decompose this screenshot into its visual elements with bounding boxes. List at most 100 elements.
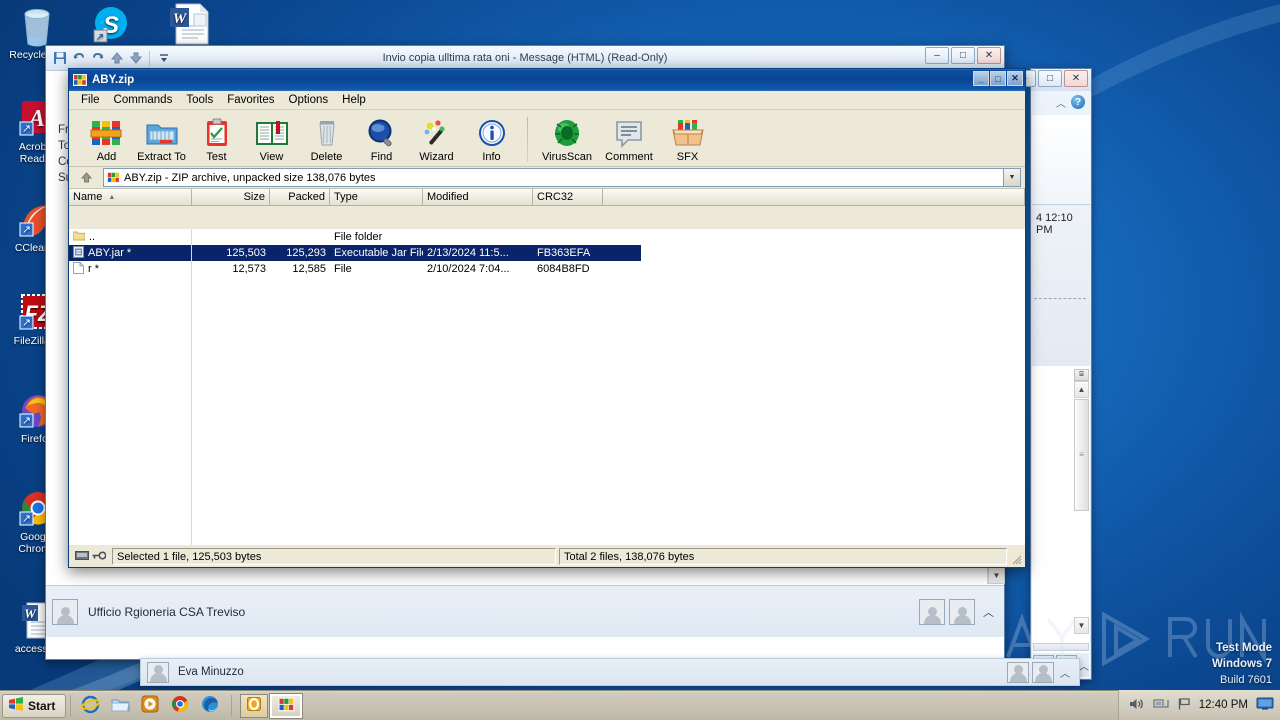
column-header-size[interactable]: Size xyxy=(192,189,270,205)
taskbar-task-outlook[interactable] xyxy=(240,693,269,718)
up-arrow-icon[interactable] xyxy=(73,168,99,187)
quicklaunch-internet-explorer[interactable] xyxy=(75,693,105,719)
toolbar-button-delete[interactable]: Delete xyxy=(299,115,354,163)
collapse-ribbon-icon[interactable]: ︿ xyxy=(1056,95,1066,110)
column-header-type[interactable]: Type xyxy=(330,189,423,205)
save-icon[interactable] xyxy=(50,49,69,68)
minimize-button[interactable]: _ xyxy=(973,71,989,86)
menu-options[interactable]: Options xyxy=(282,92,336,108)
toolbar-button-label: Comment xyxy=(605,151,653,163)
file-crc32: 6084B8FD xyxy=(537,263,590,275)
chevron-up-icon[interactable]: ︿ xyxy=(1057,665,1073,680)
column-header-packed[interactable]: Packed xyxy=(270,189,330,205)
taskbar[interactable]: Start 12:40 PM xyxy=(0,690,1280,720)
menu-commands[interactable]: Commands xyxy=(107,92,180,108)
taskbar-task-winrar[interactable] xyxy=(269,692,304,719)
maximize-button[interactable]: □ xyxy=(1038,70,1062,87)
chevron-up-icon[interactable]: ︿ xyxy=(1079,658,1089,673)
background-window-detail-pane: 4 12:10 PM xyxy=(1032,206,1090,366)
show-desktop-icon[interactable] xyxy=(1256,697,1274,714)
file-list[interactable]: .. File folder ABY.jar * 125,503 125,293… xyxy=(69,229,1025,545)
start-button[interactable]: Start xyxy=(2,693,67,718)
system-tray[interactable]: 12:40 PM xyxy=(1117,690,1280,720)
menu-favorites[interactable]: Favorites xyxy=(220,92,281,108)
toolbar-button-add[interactable]: Add xyxy=(79,115,134,163)
column-header-modified[interactable]: Modified xyxy=(423,189,533,205)
previous-item-icon[interactable] xyxy=(107,49,126,68)
menu-tools[interactable]: Tools xyxy=(179,92,220,108)
outlook-icon xyxy=(246,696,262,715)
next-item-icon[interactable] xyxy=(126,49,145,68)
customize-qat-icon[interactable] xyxy=(154,49,173,68)
outlook-background-people-pane[interactable]: Eva Minuzzo ︿ xyxy=(140,658,1080,686)
close-button[interactable]: ✕ xyxy=(1007,71,1023,86)
background-window-scrollbar[interactable]: ⌸ ▲ ≡ ▼ xyxy=(1074,369,1089,634)
menu-file[interactable]: File xyxy=(74,92,107,108)
svg-text:↗: ↗ xyxy=(22,415,31,427)
toolbar-button-extract-to[interactable]: Extract To xyxy=(134,115,189,163)
winrar-window-buttons[interactable]: _ □ ✕ xyxy=(973,71,1023,86)
toolbar-button-sfx[interactable]: SFX xyxy=(660,115,715,163)
avatar xyxy=(1007,661,1029,683)
close-button[interactable]: ✕ xyxy=(977,47,1001,64)
resize-grip[interactable] xyxy=(1010,553,1022,565)
minimize-button[interactable]: – xyxy=(925,47,949,64)
toolbar-button-label: Test xyxy=(206,151,227,163)
people-pane-contact: Eva Minuzzo xyxy=(178,666,244,678)
svg-text:W: W xyxy=(173,11,188,27)
chevron-up-icon[interactable]: ︿ xyxy=(979,604,998,620)
taskbar-clock[interactable]: 12:40 PM xyxy=(1199,699,1248,711)
toolbar-button-comment[interactable]: Comment xyxy=(598,115,660,163)
background-window-titlebar[interactable]: – □ ✕ xyxy=(1012,69,1091,91)
toolbar-button-view[interactable]: View xyxy=(244,115,299,163)
split-handle-icon[interactable]: ⌸ xyxy=(1074,369,1089,381)
quicklaunch-media-player[interactable] xyxy=(135,693,165,719)
column-header-crc32[interactable]: CRC32 xyxy=(533,189,603,205)
svg-text:↗: ↗ xyxy=(22,123,31,135)
toolbar-button-virusscan[interactable]: VirusScan xyxy=(536,115,598,163)
winrar-window[interactable]: ABY.zip _ □ ✕ File Commands Tools Favori… xyxy=(68,68,1026,568)
toolbar-button-test[interactable]: Test xyxy=(189,115,244,163)
winrar-menubar[interactable]: File Commands Tools Favorites Options He… xyxy=(69,91,1025,110)
scroll-down-button[interactable]: ▼ xyxy=(988,567,1005,584)
table-row[interactable]: r * 12,573 12,585 File 2/10/2024 7:04...… xyxy=(69,261,1025,277)
background-window-hscroll[interactable] xyxy=(1033,643,1089,651)
redo-icon[interactable] xyxy=(88,49,107,68)
file-name: .. xyxy=(89,231,96,243)
volume-icon[interactable] xyxy=(1129,697,1145,714)
table-row[interactable]: .. File folder xyxy=(69,229,1025,245)
winrar-titlebar[interactable]: ABY.zip _ □ ✕ xyxy=(69,69,1025,91)
network-icon[interactable] xyxy=(1153,697,1169,714)
menu-help[interactable]: Help xyxy=(335,92,373,108)
undo-icon[interactable] xyxy=(69,49,88,68)
winrar-address-bar[interactable]: ABY.zip - ZIP archive, unpacked size 138… xyxy=(69,167,1025,189)
file-list-column-headers[interactable]: Name ▲ Size Packed Type Modified CRC32 xyxy=(69,189,1025,206)
file-modified: 2/10/2024 7:04... xyxy=(427,263,510,275)
scroll-thumb[interactable]: ≡ xyxy=(1074,399,1089,511)
background-window-pane xyxy=(1032,115,1090,205)
background-window[interactable]: – □ ✕ ︿ ? 4 12:10 PM ⌸ ▲ ≡ ▼ ︿ xyxy=(1012,68,1092,680)
column-header-name[interactable]: Name ▲ xyxy=(69,189,192,205)
quicklaunch-windows-explorer[interactable] xyxy=(105,693,135,719)
desktop-icon-word-document[interactable]: W xyxy=(155,2,221,48)
action-center-icon[interactable] xyxy=(1177,697,1191,714)
desktop-icon-skype[interactable]: S ↗ xyxy=(78,2,144,48)
quicklaunch-microsoft-edge[interactable] xyxy=(195,693,225,719)
file-type: File folder xyxy=(334,231,383,243)
word-doc-icon: W xyxy=(155,2,221,46)
toolbar-button-info[interactable]: Info xyxy=(464,115,519,163)
help-icon[interactable]: ? xyxy=(1071,95,1085,109)
close-button[interactable]: ✕ xyxy=(1064,70,1088,87)
archive-path-combobox[interactable]: ABY.zip - ZIP archive, unpacked size 138… xyxy=(103,168,1021,187)
scroll-up-button[interactable]: ▲ xyxy=(1074,381,1089,398)
maximize-button[interactable]: □ xyxy=(951,47,975,64)
maximize-button[interactable]: □ xyxy=(990,71,1006,86)
quicklaunch-google-chrome[interactable] xyxy=(165,693,195,719)
toolbar-button-wizard[interactable]: Wizard xyxy=(409,115,464,163)
scroll-down-button[interactable]: ▼ xyxy=(1074,617,1089,634)
outlook-window-buttons[interactable]: – □ ✕ xyxy=(925,47,1001,64)
outlook-people-pane[interactable]: Ufficio Rgioneria CSA Treviso ︿ xyxy=(46,585,1004,637)
toolbar-button-find[interactable]: Find xyxy=(354,115,409,163)
winrar-toolbar[interactable]: Add Extract To Test View Delete Find Wiz… xyxy=(69,110,1025,167)
chevron-down-icon[interactable]: ▼ xyxy=(1003,169,1020,186)
